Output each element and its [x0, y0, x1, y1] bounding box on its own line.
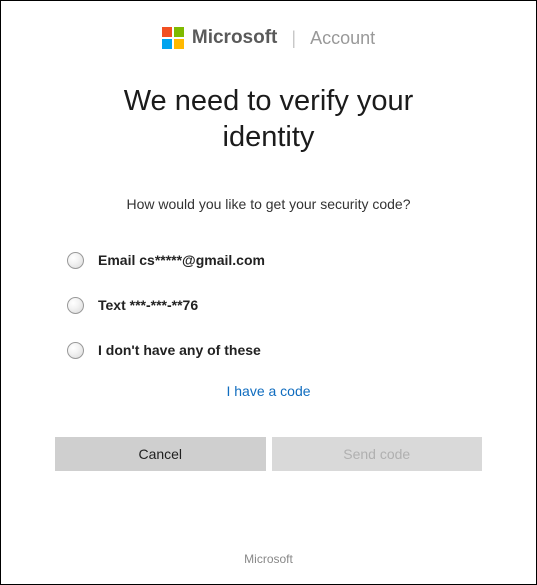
radio-icon[interactable]	[67, 297, 84, 314]
have-code-row: I have a code	[49, 383, 488, 401]
section-name: Account	[310, 28, 375, 49]
prompt-text: How would you like to get your security …	[49, 196, 488, 212]
footer-text: Microsoft	[1, 552, 536, 566]
microsoft-logo-icon	[162, 27, 184, 49]
option-none[interactable]: I don't have any of these	[67, 342, 470, 359]
option-label: Text ***-***-**76	[98, 297, 198, 313]
radio-icon[interactable]	[67, 252, 84, 269]
cancel-button[interactable]: Cancel	[55, 437, 266, 471]
header: Microsoft | Account	[49, 27, 488, 49]
option-label: Email cs*****@gmail.com	[98, 252, 265, 268]
page-title: We need to verify your identity	[49, 83, 488, 156]
verification-options: Email cs*****@gmail.com Text ***-***-**7…	[49, 252, 488, 359]
brand-name: Microsoft	[192, 27, 278, 49]
option-email[interactable]: Email cs*****@gmail.com	[67, 252, 470, 269]
option-label: I don't have any of these	[98, 342, 261, 358]
divider: |	[291, 28, 296, 49]
button-row: Cancel Send code	[49, 437, 488, 471]
send-code-button[interactable]: Send code	[272, 437, 483, 471]
radio-icon[interactable]	[67, 342, 84, 359]
have-code-link[interactable]: I have a code	[226, 383, 310, 399]
option-text[interactable]: Text ***-***-**76	[67, 297, 470, 314]
